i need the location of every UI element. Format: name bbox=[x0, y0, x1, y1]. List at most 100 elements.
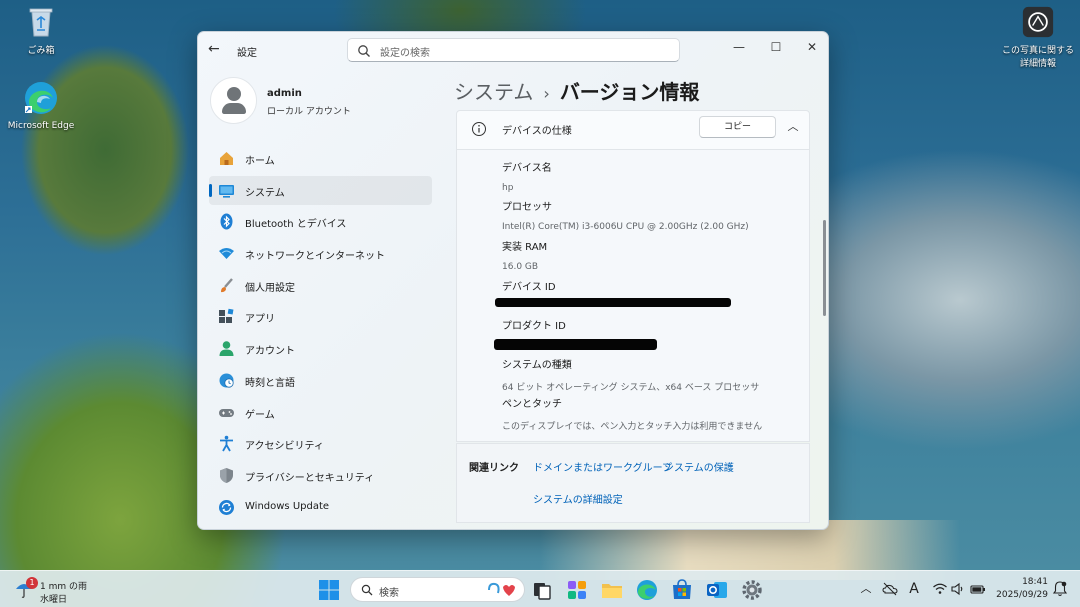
edge-label: Microsoft Edge bbox=[7, 121, 75, 131]
user-profile[interactable]: admin ローカル アカウント bbox=[210, 77, 430, 127]
weather-condition: 1 mm の雨 bbox=[40, 582, 87, 592]
sidebar-item-accounts[interactable]: アカウント bbox=[209, 334, 432, 363]
sidebar-item-label: アカウント bbox=[245, 346, 295, 358]
spec-system-type: システムの種類 64 ビット オペレーティング システム、x64 ベース プロセ… bbox=[502, 356, 759, 393]
sidebar-item-apps[interactable]: アプリ bbox=[209, 302, 432, 331]
sidebar-item-system[interactable]: システム bbox=[209, 175, 432, 205]
globe-clock-icon bbox=[219, 373, 234, 388]
back-button[interactable]: ← bbox=[208, 41, 226, 57]
sidebar-item-windows-update[interactable]: Windows Update bbox=[209, 493, 432, 522]
sidebar-item-label: プライバシーとセキュリティ bbox=[245, 472, 375, 484]
chevron-up-icon[interactable]: ︿ bbox=[783, 118, 803, 136]
redacted-product-id bbox=[494, 339, 657, 350]
sidebar-item-label: Windows Update bbox=[245, 500, 330, 512]
spec-device-name: デバイス名 hp bbox=[502, 159, 552, 193]
notification-bell-icon[interactable] bbox=[1053, 581, 1067, 597]
gamepad-icon bbox=[219, 408, 234, 417]
settings-search-input[interactable]: 設定の検索 bbox=[347, 38, 680, 62]
spec-pen-touch: ペンとタッチ このディスプレイでは、ペン入力とタッチ入力は利用できません bbox=[502, 395, 762, 432]
link-system-protection[interactable]: システムの保護 bbox=[664, 459, 734, 474]
search-highlight-icon bbox=[488, 582, 515, 596]
sidebar-item-gaming[interactable]: ゲーム bbox=[209, 398, 432, 427]
recycle-bin-shortcut[interactable]: ごみ箱 bbox=[6, 6, 76, 56]
search-placeholder: 設定の検索 bbox=[380, 48, 430, 59]
breadcrumb-parent[interactable]: システム bbox=[454, 80, 533, 104]
close-button[interactable]: ✕ bbox=[794, 36, 828, 58]
chevron-up-icon[interactable]: ︿ bbox=[858, 581, 874, 597]
search-icon bbox=[361, 584, 373, 596]
spec-value: Intel(R) Core(TM) i3-6006U CPU @ 2.00GHz… bbox=[502, 222, 749, 232]
sidebar-item-personalization[interactable]: 個人用設定 bbox=[209, 271, 432, 300]
sidebar-item-privacy[interactable]: プライバシーとセキュリティ bbox=[209, 461, 432, 490]
edge-taskbar-icon[interactable] bbox=[635, 578, 659, 602]
spec-device-id: デバイス ID bbox=[502, 278, 556, 293]
spec-value: hp bbox=[502, 183, 514, 193]
minimize-button[interactable]: — bbox=[721, 36, 757, 58]
onedrive-paused-icon[interactable] bbox=[882, 581, 898, 597]
sidebar-item-home[interactable]: ホーム bbox=[209, 144, 432, 173]
taskbar-search[interactable]: 検索 bbox=[350, 577, 525, 602]
spec-processor: プロセッサ Intel(R) Core(TM) i3-6006U CPU @ 2… bbox=[502, 198, 749, 232]
link-domain-workgroup[interactable]: ドメインまたはワークグループ bbox=[533, 459, 672, 474]
info-icon bbox=[472, 122, 486, 136]
battery-icon[interactable] bbox=[970, 581, 986, 597]
sidebar-item-label: アクセシビリティ bbox=[245, 441, 324, 453]
task-view-icon[interactable] bbox=[530, 578, 554, 602]
system-monitor-icon bbox=[219, 184, 234, 198]
spec-key: システムの種類 bbox=[502, 360, 572, 371]
app-title: 設定 bbox=[237, 48, 257, 59]
spec-ram: 実装 RAM 16.0 GB bbox=[502, 238, 547, 272]
scrollbar[interactable] bbox=[823, 220, 826, 316]
spec-key: ペンとタッチ bbox=[502, 399, 562, 410]
outlook-icon[interactable] bbox=[705, 578, 729, 602]
link-advanced-system-settings[interactable]: システムの詳細設定 bbox=[533, 491, 623, 506]
spec-key: プロセッサ bbox=[502, 202, 552, 213]
related-links-title: 関連リンク bbox=[469, 463, 519, 474]
chevron-right-icon: › bbox=[543, 84, 550, 103]
copy-button[interactable]: コピー bbox=[699, 116, 776, 138]
redacted-device-id bbox=[495, 298, 731, 307]
clock-time: 18:41 bbox=[1022, 577, 1048, 587]
title-bar: ← 設定 設定の検索 — ☐ ✕ bbox=[198, 32, 828, 66]
store-icon[interactable] bbox=[670, 578, 694, 602]
maximize-button[interactable]: ☐ bbox=[758, 36, 794, 58]
spec-key: デバイス名 bbox=[502, 163, 552, 174]
sidebar-item-network[interactable]: ネットワークとインターネット bbox=[209, 239, 432, 268]
update-icon bbox=[219, 499, 234, 515]
weather-day: 水曜日 bbox=[40, 595, 68, 605]
avatar bbox=[210, 77, 257, 124]
account-type: ローカル アカウント bbox=[267, 107, 351, 117]
start-button[interactable] bbox=[318, 579, 340, 601]
device-specs-title: デバイスの仕様 bbox=[502, 126, 572, 137]
clock-date: 2025/09/29 bbox=[996, 590, 1048, 600]
ime-indicator[interactable]: A bbox=[906, 581, 922, 597]
clock[interactable]: 18:41 2025/09/29 bbox=[996, 576, 1048, 602]
device-specs-list: デバイス名 hp プロセッサ Intel(R) Core(TM) i3-6006… bbox=[456, 150, 810, 442]
weather-widget[interactable]: 1 1 mm の雨 水曜日 bbox=[14, 576, 104, 605]
user-name: admin bbox=[267, 88, 302, 99]
device-specs-header[interactable]: デバイスの仕様 コピー ︿ bbox=[456, 110, 810, 150]
sidebar-item-time-language[interactable]: 時刻と言語 bbox=[209, 366, 432, 395]
wifi-tray-icon[interactable] bbox=[932, 581, 948, 597]
shield-icon bbox=[220, 467, 233, 483]
copilot-icon[interactable] bbox=[565, 578, 589, 602]
breadcrumb: システム › バージョン情報 bbox=[454, 76, 699, 105]
account-icon bbox=[219, 341, 234, 357]
taskbar: 1 1 mm の雨 水曜日 検索 ︿ A 18:41 2025/09/29 bbox=[0, 570, 1080, 607]
photo-info-shortcut[interactable]: この写真に関する詳細情報 bbox=[998, 6, 1078, 69]
sidebar-item-label: 時刻と言語 bbox=[245, 377, 295, 389]
volume-icon[interactable] bbox=[950, 581, 966, 597]
sidebar-item-accessibility[interactable]: アクセシビリティ bbox=[209, 429, 432, 458]
paintbrush-icon bbox=[221, 277, 233, 292]
apps-icon bbox=[219, 309, 234, 324]
page-title: バージョン情報 bbox=[559, 80, 700, 104]
sidebar-item-bluetooth[interactable]: Bluetooth とデバイス bbox=[209, 207, 432, 236]
edge-shortcut[interactable]: Microsoft Edge bbox=[6, 80, 76, 131]
related-links: 関連リンク ドメインまたはワークグループ システムの保護 システムの詳細設定 bbox=[456, 443, 810, 523]
sidebar-item-label: Bluetooth とデバイス bbox=[245, 219, 347, 231]
settings-window: ← 設定 設定の検索 — ☐ ✕ admin ローカル アカウント ホーム シス… bbox=[197, 31, 829, 530]
sidebar-item-label: システム bbox=[245, 187, 285, 199]
recycle-bin-icon bbox=[29, 8, 53, 37]
file-explorer-icon[interactable] bbox=[600, 578, 624, 602]
settings-taskbar-icon[interactable] bbox=[740, 578, 764, 602]
